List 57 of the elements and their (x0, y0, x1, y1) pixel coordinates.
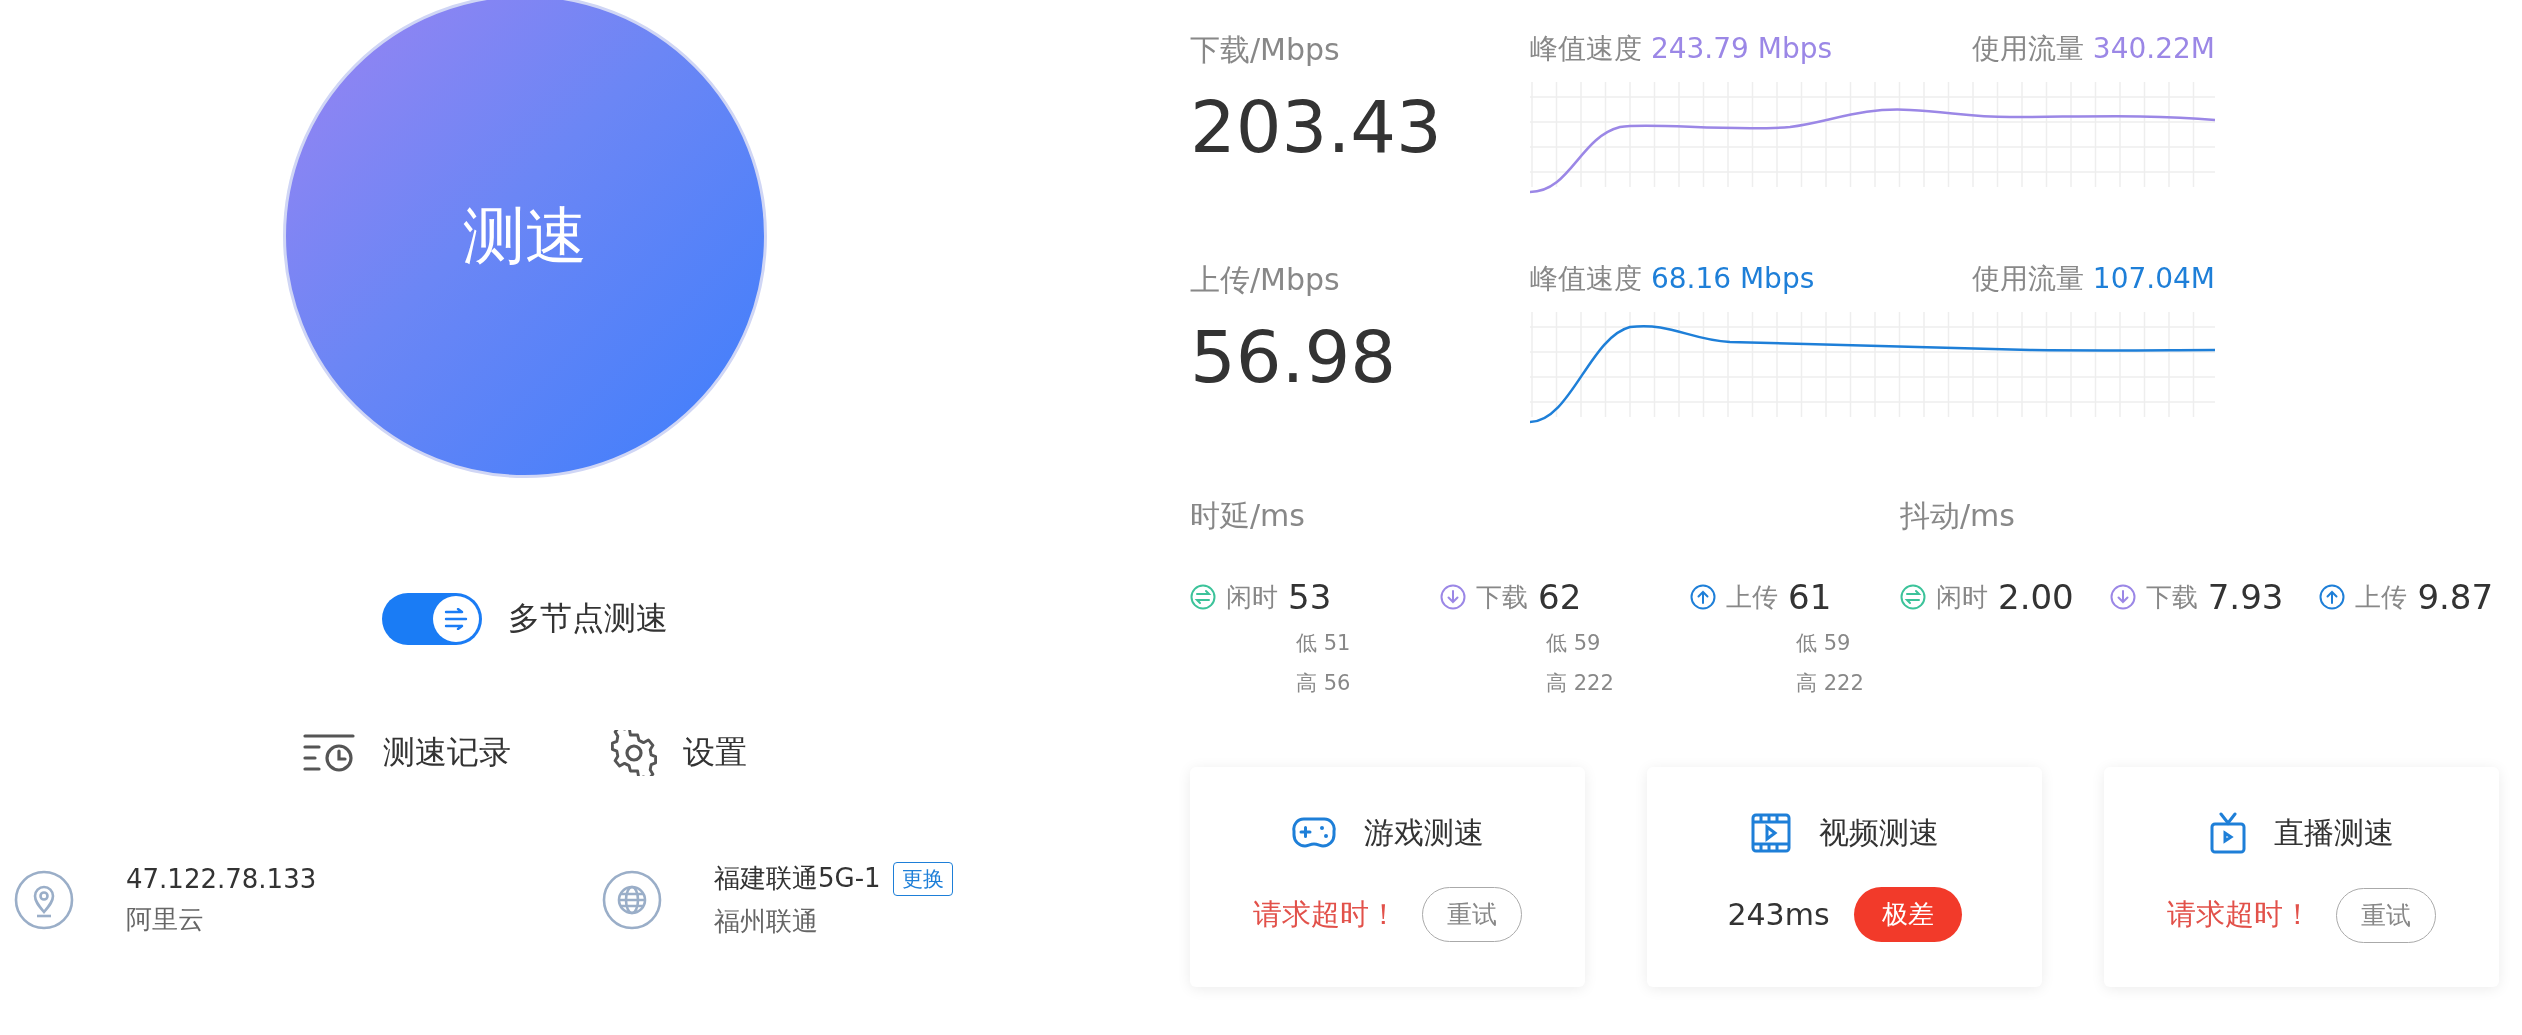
card-title: 游戏测速 (1363, 813, 1484, 852)
metric-value: 7.93 (2207, 577, 2284, 617)
metric-label: 下载 (1476, 580, 1528, 614)
metric-label: 上传 (2355, 580, 2408, 614)
high-value: 高 222 (1545, 670, 1615, 697)
film-play-icon (1750, 813, 1791, 853)
multi-node-label: 多节点测速 (508, 598, 668, 639)
settings-icon (611, 730, 657, 776)
timeout-message: 请求超时！ (1253, 895, 1398, 933)
gamepad-icon (1291, 816, 1336, 850)
swap-arrows-icon (1900, 584, 1926, 610)
retry-button[interactable]: 重试 (2336, 887, 2436, 943)
arrows-icon (443, 608, 469, 630)
multi-node-toggle[interactable] (382, 593, 482, 645)
metric-label: 闲时 (1936, 580, 1988, 614)
metric-label: 上传 (1726, 580, 1778, 614)
latency-result: 243ms (1727, 897, 1830, 932)
jitter-title: 抖动/ms (1900, 497, 2016, 535)
card-title: 直播测速 (2273, 813, 2394, 852)
high-value: 高 222 (1795, 670, 1865, 697)
peak-speed: 峰值速度 68.16 Mbps (1530, 261, 1815, 297)
speed-unit-label: 上传/Mbps (1190, 261, 1341, 299)
metric-label: 下载 (2145, 580, 2198, 614)
tv-play-icon (2209, 812, 2246, 854)
timeout-message: 请求超时！ (2167, 896, 2312, 933)
change-server-button[interactable]: 更换 (892, 861, 953, 896)
swap-arrows-icon (1190, 584, 1216, 610)
metric-value: 61 (1788, 577, 1832, 617)
history-button[interactable]: 测速记录 (303, 730, 511, 776)
server-location: 福州联通 (714, 905, 819, 938)
high-value: 高 56 (1295, 670, 1352, 697)
data-usage: 使用流量 107.04M (1971, 261, 2215, 297)
ip-address: 47.122.78.133 (126, 863, 317, 894)
latency-title: 时延/ms (1190, 497, 1306, 535)
start-test-button[interactable]: 测速 (283, 0, 767, 478)
data-usage: 使用流量 340.22M (1971, 31, 2215, 67)
low-value: 低 59 (1795, 630, 1852, 657)
provider-name: 阿里云 (126, 902, 205, 936)
peak-speed: 峰值速度 243.79 Mbps (1530, 31, 1833, 67)
list-clock-icon (303, 733, 357, 773)
card-title: 视频测速 (1818, 813, 1939, 852)
low-value: 低 51 (1295, 630, 1352, 657)
low-value: 低 59 (1545, 630, 1602, 657)
rating-badge: 极差 (1853, 887, 1962, 942)
settings-button[interactable]: 设置 (611, 730, 747, 776)
globe-icon (602, 870, 662, 930)
speed-value: 56.98 (1190, 315, 1398, 399)
speed-value: 203.43 (1190, 85, 1443, 169)
retry-button[interactable]: 重试 (1422, 887, 1522, 942)
metric-label: 闲时 (1226, 580, 1278, 614)
metric-value: 53 (1288, 577, 1332, 617)
metric-value: 62 (1538, 577, 1582, 617)
location-pin-icon (14, 870, 74, 930)
metric-value: 9.87 (2417, 577, 2494, 617)
speed-unit-label: 下载/Mbps (1190, 31, 1341, 69)
metric-value: 2.00 (1998, 577, 2074, 617)
server-name: 福建联通5G-1 (714, 862, 881, 895)
